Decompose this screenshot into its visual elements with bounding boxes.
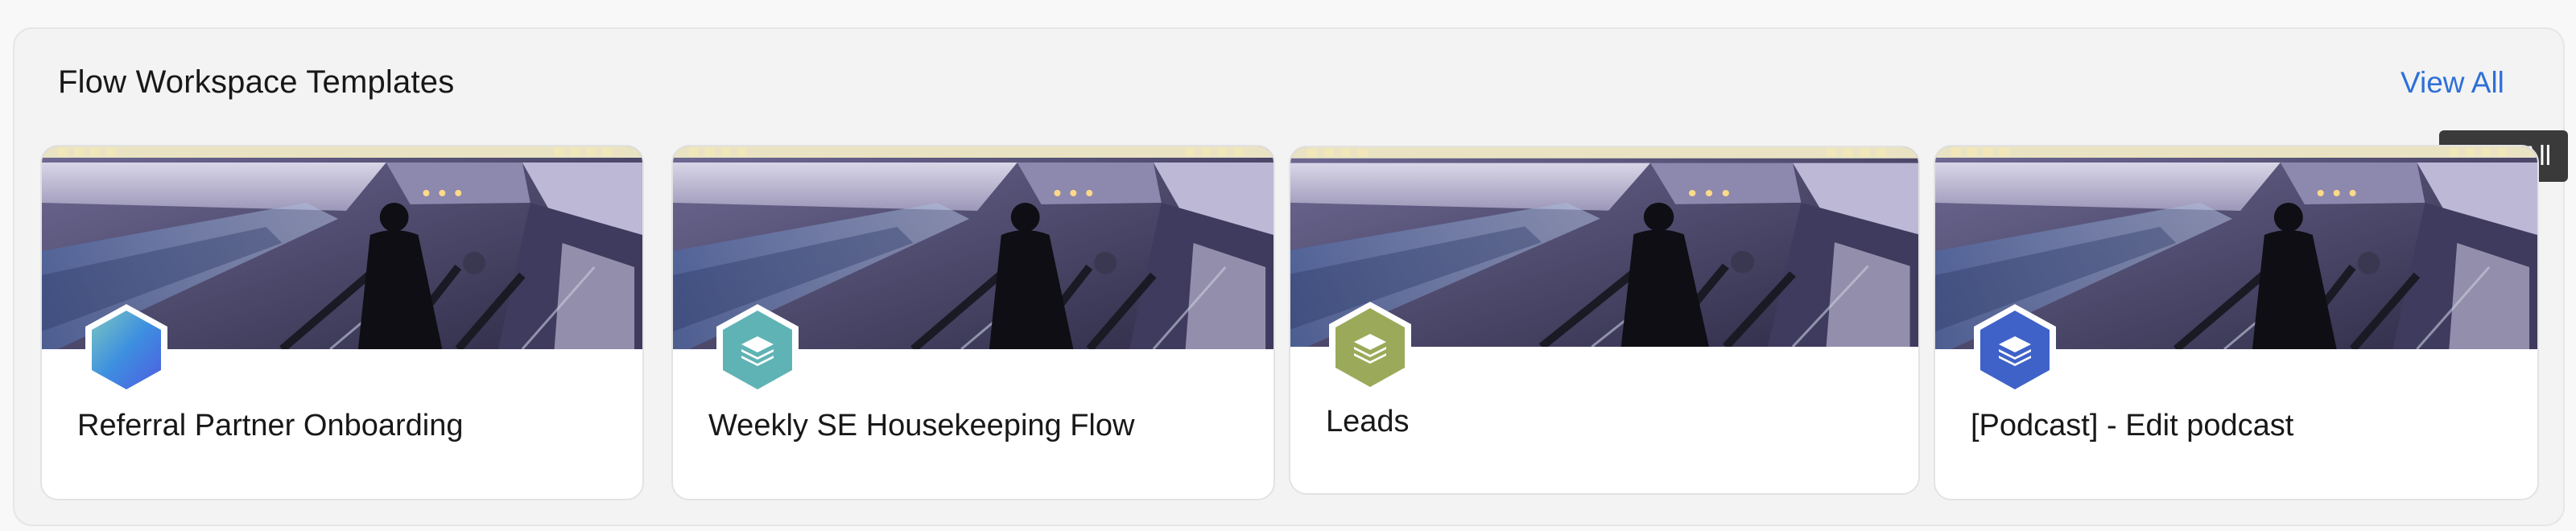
- card-title: [Podcast] - Edit podcast: [1971, 409, 2294, 442]
- layers-icon: [1326, 298, 1414, 397]
- layers-icon: [1971, 301, 2059, 399]
- template-card-podcast-edit-podcast[interactable]: [Podcast] - Edit podcast: [1934, 145, 2539, 500]
- template-card-referral-partner-onboarding[interactable]: Referral Partner Onboarding: [40, 145, 644, 500]
- layers-icon: [713, 301, 802, 399]
- view-all-link[interactable]: View All: [2401, 66, 2504, 100]
- card-title: Leads: [1326, 405, 1410, 438]
- section-title: Flow Workspace Templates: [58, 64, 455, 100]
- card-title: Weekly SE Housekeeping Flow: [708, 409, 1135, 442]
- template-card-weekly-se-housekeeping-flow[interactable]: Weekly SE Housekeeping Flow: [671, 145, 1275, 500]
- card-title: Referral Partner Onboarding: [77, 409, 464, 442]
- template-card-leads[interactable]: Leads: [1289, 146, 1920, 495]
- gradient-hexagon-icon: [82, 301, 171, 399]
